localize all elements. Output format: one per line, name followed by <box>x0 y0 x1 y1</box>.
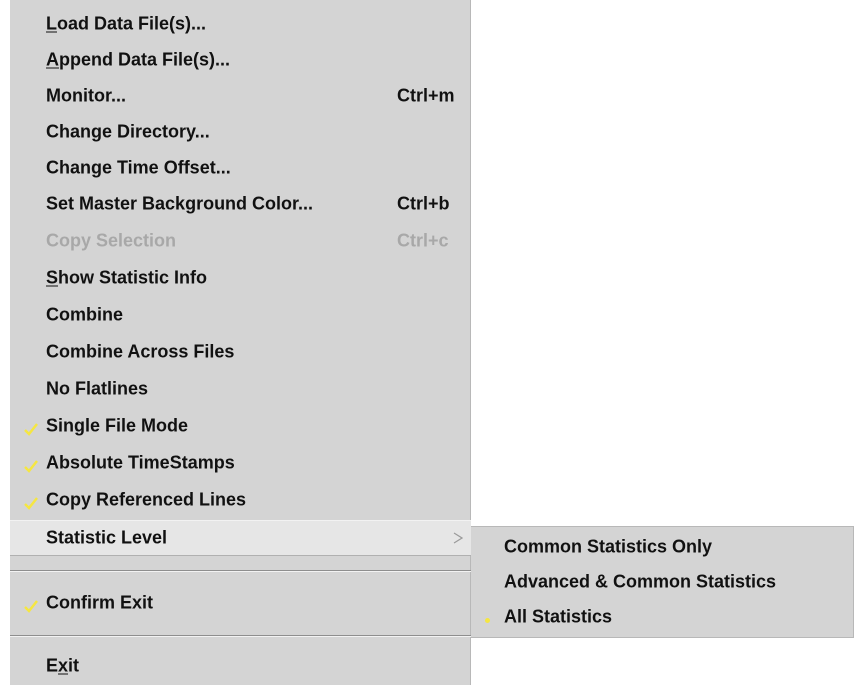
menu-item-label: Set Master Background Color... <box>46 193 314 214</box>
menu-item-load-data-files[interactable]: Load Data File(s)... <box>10 6 471 42</box>
menu-item-label: Copy Referenced Lines <box>46 489 247 510</box>
submenu-item-label: Common Statistics Only <box>504 536 713 557</box>
menu-item-label: Confirm Exit <box>46 592 154 613</box>
menu-item-combine-across-files[interactable]: Combine Across Files <box>10 334 471 370</box>
check-icon <box>24 600 38 613</box>
menu-item-label: Combine <box>46 304 124 325</box>
submenu-item-label: All Statistics <box>504 606 613 627</box>
chevron-right-icon <box>453 532 463 544</box>
mnemonic: x <box>58 655 69 676</box>
mnemonic: S <box>46 267 59 288</box>
submenu-item-common-statistics-only[interactable]: Common Statistics Only <box>471 529 854 565</box>
submenu-item-advanced-common-statistics[interactable]: Advanced & Common Statistics <box>471 564 854 600</box>
menu-item-label: No Flatlines <box>46 378 149 399</box>
check-icon <box>24 460 38 473</box>
submenu-item-label: Advanced & Common Statistics <box>504 571 777 592</box>
shortcut-label: Ctrl+b <box>397 193 450 214</box>
menu-item-change-time-offset[interactable]: Change Time Offset... <box>10 150 471 186</box>
menu-item-label: Monitor... <box>46 85 126 106</box>
menu-item-single-file-mode[interactable]: Single File Mode <box>10 408 471 444</box>
radio-dot-icon <box>485 618 490 623</box>
context-menu: Load Data File(s)... Append Data File(s)… <box>10 0 471 685</box>
menu-item-no-flatlines[interactable]: No Flatlines <box>10 371 471 407</box>
menu-item-label: Combine Across Files <box>46 341 235 362</box>
menu-item-copy-selection: Copy Selection Ctrl+c <box>10 223 471 259</box>
menu-item-set-master-background-color[interactable]: Set Master Background Color... Ctrl+b <box>10 186 471 222</box>
mnemonic: L <box>46 13 57 34</box>
menu-item-statistic-level[interactable]: Statistic Level <box>10 520 471 556</box>
mnemonic: A <box>46 49 59 70</box>
menu-item-show-statistic-info[interactable]: Show Statistic Info <box>10 260 471 296</box>
submenu-item-all-statistics[interactable]: All Statistics <box>471 599 854 635</box>
menu-item-label: Statistic Level <box>46 527 168 548</box>
menu-item-absolute-timestamps[interactable]: Absolute TimeStamps <box>10 445 471 481</box>
menu-item-label: Copy Selection <box>46 230 177 251</box>
menu-item-change-directory[interactable]: Change Directory... <box>10 114 471 150</box>
menu-item-exit[interactable]: Exit <box>10 648 471 684</box>
menu-item-label: Change Directory... <box>46 121 210 142</box>
menu-item-label: Absolute TimeStamps <box>46 452 235 473</box>
menu-separator <box>10 635 471 637</box>
menu-separator <box>10 570 471 572</box>
menu-item-label: Change Time Offset... <box>46 157 231 178</box>
shortcut-label: Ctrl+m <box>397 85 455 106</box>
menu-item-label: Single File Mode <box>46 415 189 436</box>
check-icon <box>24 497 38 510</box>
menu-item-confirm-exit[interactable]: Confirm Exit <box>10 585 471 621</box>
menu-item-copy-referenced-lines[interactable]: Copy Referenced Lines <box>10 482 471 518</box>
menu-item-monitor[interactable]: Monitor... Ctrl+m <box>10 78 471 114</box>
statistic-level-submenu: Common Statistics Only Advanced & Common… <box>471 526 854 638</box>
shortcut-label: Ctrl+c <box>397 230 449 251</box>
menu-item-combine[interactable]: Combine <box>10 297 471 333</box>
check-icon <box>24 423 38 436</box>
menu-item-append-data-files[interactable]: Append Data File(s)... <box>10 42 471 78</box>
